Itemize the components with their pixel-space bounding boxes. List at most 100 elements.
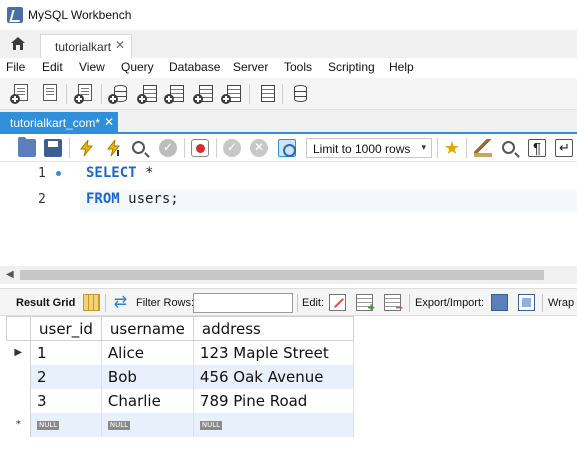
table-cell[interactable]: Alice [101, 340, 194, 365]
sql-keyword: SELECT [86, 165, 137, 181]
table-cell[interactable]: 3 [30, 388, 102, 413]
new-row[interactable]: * NULL NULL NULL [6, 412, 354, 437]
export-icon[interactable] [491, 294, 508, 311]
rollback-icon[interactable] [250, 139, 268, 157]
table-cell[interactable]: 456 Oak Avenue [193, 364, 354, 389]
table-row[interactable]: 3 Charlie 789 Pine Road [6, 388, 354, 413]
connection-tab-label: tutorialkart [55, 40, 112, 54]
wrap-label: Wrap [548, 297, 575, 309]
find-icon[interactable] [502, 141, 515, 154]
open-sql-script-icon[interactable] [39, 83, 61, 105]
code-line[interactable]: FROM users; [86, 191, 179, 207]
current-row-indicator-icon: ▶ [6, 340, 31, 365]
row-marker-header [6, 316, 31, 341]
scroll-left-icon[interactable]: ◀ [6, 269, 14, 280]
column-header-address[interactable]: address [192, 316, 354, 341]
lightning-icon[interactable] [78, 139, 96, 157]
commit-icon[interactable] [223, 139, 241, 157]
result-grid-tab[interactable]: Result Grid [16, 297, 75, 309]
table-cell[interactable]: NULL [101, 412, 194, 437]
table-cell[interactable]: Charlie [101, 388, 194, 413]
grid-layout-icon[interactable] [83, 294, 100, 311]
explain-magnifier-icon[interactable] [132, 141, 145, 154]
new-sql-tab-icon[interactable] [10, 83, 32, 105]
menu-view[interactable]: View [79, 60, 105, 74]
insert-row-icon[interactable] [356, 294, 375, 315]
menu-tools[interactable]: Tools [284, 60, 312, 74]
close-icon[interactable]: ✕ [115, 38, 125, 52]
inspector-icon[interactable] [74, 83, 96, 105]
toolbar-separator [409, 294, 410, 312]
filter-rows-label: Filter Rows: [136, 297, 195, 309]
scrollbar-thumb[interactable] [20, 270, 544, 280]
table-header-row: user_id username address [6, 316, 354, 341]
column-header-user-id[interactable]: user_id [30, 316, 102, 341]
toolbar-separator [437, 138, 438, 158]
table-cell[interactable]: 1 [30, 340, 102, 365]
connection-tab[interactable]: tutorialkart ✕ [40, 34, 132, 58]
new-row-marker: * [6, 412, 31, 437]
sql-editor-toolbar: Limit to 1000 rows ▾ ★ ¶ [0, 134, 577, 162]
null-badge: NULL [199, 420, 223, 430]
create-procedure-icon[interactable] [193, 83, 215, 105]
toolbar-separator [249, 84, 250, 104]
table-cell[interactable]: NULL [30, 412, 102, 437]
create-view-icon[interactable] [164, 83, 186, 105]
code-line[interactable]: SELECT * [86, 165, 153, 181]
menu-help[interactable]: Help [389, 60, 414, 74]
table-cell[interactable]: NULL [193, 412, 354, 437]
menu-scripting[interactable]: Scripting [328, 60, 375, 74]
main-toolbar [0, 78, 577, 110]
toolbar-separator [216, 138, 217, 158]
table-cell[interactable]: 2 [30, 364, 102, 389]
reconnect-icon[interactable] [288, 83, 310, 105]
folder-open-icon[interactable] [18, 137, 36, 157]
menu-edit[interactable]: Edit [42, 60, 63, 74]
home-icon[interactable] [10, 36, 26, 51]
toolbar-separator [466, 138, 467, 158]
toolbar-separator [66, 84, 67, 104]
menu-query[interactable]: Query [121, 60, 154, 74]
limit-rows-select[interactable]: Limit to 1000 rows ▾ [306, 138, 432, 158]
table-row[interactable]: ▶ 1 Alice 123 Maple Street [6, 340, 354, 365]
title-bar: MySQL Workbench [0, 0, 577, 30]
row-marker [6, 388, 31, 413]
limit-rows-label: Limit to 1000 rows [313, 142, 411, 156]
menu-database[interactable]: Database [169, 60, 220, 74]
table-row[interactable]: 2 Bob 456 Oak Avenue [6, 364, 354, 389]
result-toolbar: Result Grid ⇄ Filter Rows: Edit: Export/… [0, 288, 577, 316]
sql-editor[interactable]: 1 2 SELECT * FROM users; [0, 162, 577, 266]
line-gutter: 1 2 [0, 162, 78, 266]
word-wrap-icon[interactable] [555, 139, 573, 157]
close-icon[interactable]: ✕ [104, 115, 114, 129]
stop-on-error-icon[interactable] [191, 139, 209, 157]
row-marker [6, 364, 31, 389]
editor-tab-bar: tutorialkart_com* ✕ [0, 110, 577, 134]
brush-icon[interactable] [474, 139, 492, 157]
invisible-chars-icon[interactable]: ¶ [528, 139, 546, 157]
horizontal-scrollbar[interactable]: ◀ [0, 266, 577, 284]
star-snippet-icon[interactable]: ★ [443, 139, 461, 157]
refresh-icon[interactable]: ⇄ [112, 294, 129, 311]
import-icon[interactable] [518, 294, 535, 311]
create-function-icon[interactable] [221, 83, 243, 105]
table-cell[interactable]: Bob [101, 364, 194, 389]
editor-tab[interactable]: tutorialkart_com* ✕ [0, 112, 118, 134]
menu-file[interactable]: File [6, 60, 25, 74]
edit-cell-icon[interactable] [329, 294, 346, 311]
table-cell[interactable]: 789 Pine Road [193, 388, 354, 413]
menu-server[interactable]: Server [233, 60, 268, 74]
autocommit-toggle-icon[interactable] [278, 139, 296, 157]
delete-row-icon[interactable] [384, 294, 403, 315]
search-table-data-icon[interactable] [255, 83, 277, 105]
stop-hand-icon[interactable] [159, 139, 177, 157]
filter-rows-input[interactable] [193, 293, 293, 313]
create-schema-icon[interactable] [108, 83, 130, 105]
window-title: MySQL Workbench [28, 8, 132, 22]
column-header-username[interactable]: username [100, 316, 194, 341]
null-badge: NULL [37, 420, 60, 430]
lightning-cursor-icon[interactable] [105, 139, 123, 157]
create-table-icon[interactable] [137, 83, 159, 105]
save-icon[interactable] [44, 139, 62, 157]
table-cell[interactable]: 123 Maple Street [193, 340, 354, 365]
